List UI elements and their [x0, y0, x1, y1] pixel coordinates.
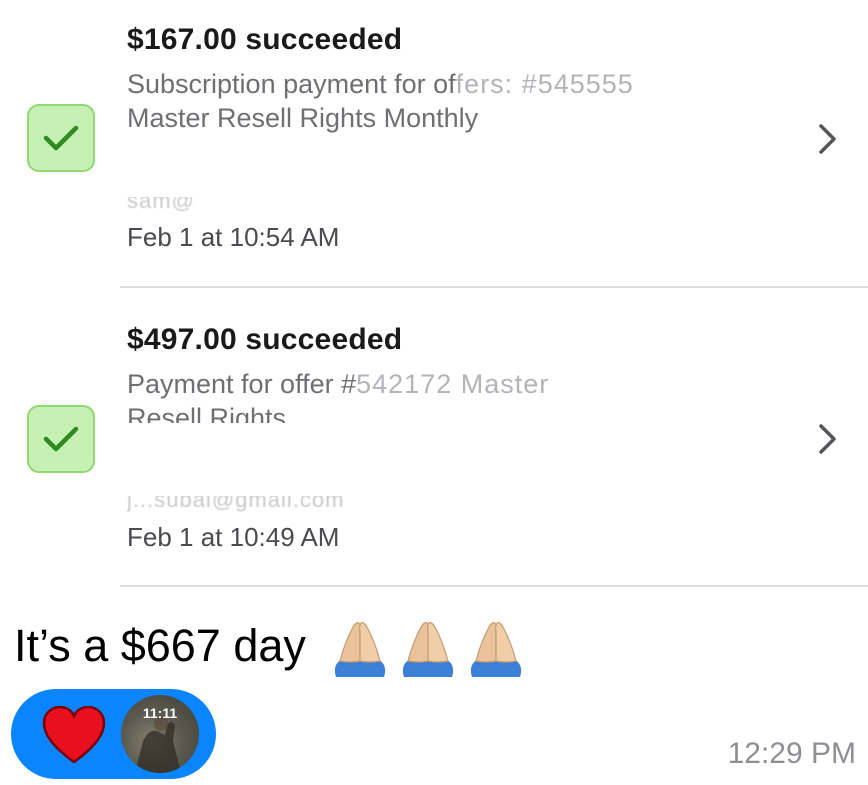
payment-date: Feb 1 at 10:54 AM — [127, 222, 340, 252]
succeeded-check-icon — [27, 405, 95, 473]
description-text: Master Resell Rights Monthly — [127, 103, 479, 133]
payment-date: Feb 1 at 10:49 AM — [127, 522, 340, 552]
avatar-time-label: 11:11 — [142, 705, 178, 721]
list-divider — [120, 585, 868, 587]
reaction-bubble[interactable]: 11:11 — [11, 689, 216, 779]
folded-hands-icon — [334, 622, 386, 677]
folded-hands-icon — [470, 622, 522, 677]
succeeded-check-icon — [27, 104, 95, 172]
message-timestamp: 12:29 PM — [727, 737, 856, 770]
chevron-right-icon[interactable] — [812, 119, 842, 159]
description-redacted: 542172 Master — [356, 369, 550, 399]
message-text: It’s a $667 day — [14, 620, 306, 671]
folded-hands-icon — [402, 622, 454, 677]
payment-description: Payment for offer #542172 Master — [127, 367, 549, 402]
payment-item[interactable]: $497.00 succeeded Payment for offer #542… — [0, 288, 868, 588]
red-heart-icon — [42, 706, 106, 764]
payment-description-line-2: Master Resell Rights Monthly — [127, 101, 478, 136]
payment-description: Subscription payment for offers: #545555 — [127, 67, 634, 102]
chevron-right-icon[interactable] — [812, 419, 842, 459]
payment-amount: $167.00 succeeded — [127, 23, 403, 56]
message-bubble-text[interactable]: It’s a $667 day — [14, 615, 528, 677]
payment-amount: $497.00 succeeded — [127, 323, 403, 356]
description-text: Subscription payment for of — [127, 69, 456, 99]
avatar[interactable]: 11:11 — [121, 695, 199, 773]
redacted-customer-email: j...subai@gmail.com — [127, 487, 345, 512]
description-text: Resell Rights — [127, 403, 287, 433]
description-text: Payment for offer # — [127, 369, 357, 399]
emoji-group — [328, 615, 528, 677]
description-redacted: fers: #545555 — [455, 69, 634, 99]
payment-item[interactable]: $167.00 succeeded Subscription payment f… — [0, 0, 868, 288]
payment-description-line-2: Resell Rights — [127, 401, 287, 433]
redacted-customer-email: sam@ — [127, 188, 195, 213]
